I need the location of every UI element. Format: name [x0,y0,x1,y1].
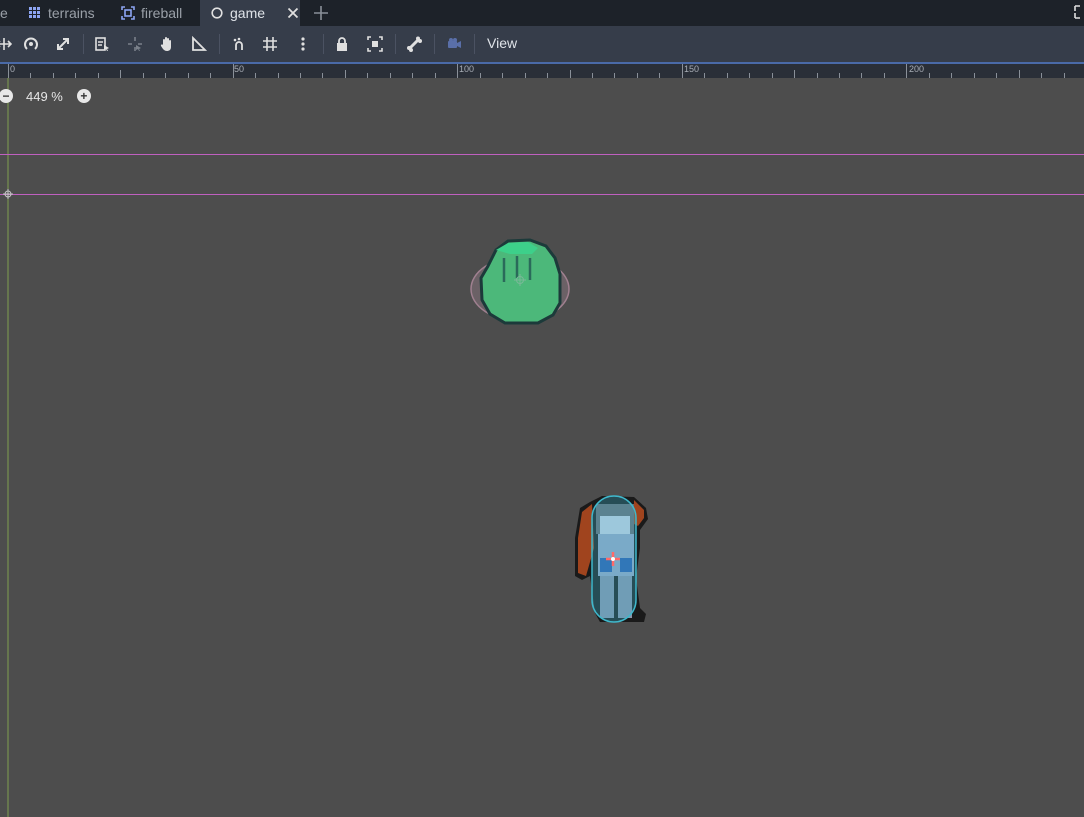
camera-icon [448,38,461,48]
scale-tool-button[interactable] [53,34,73,54]
smart-snap-button[interactable] [229,34,249,54]
zoom-control: − 449 % + [0,87,91,105]
tab-label: game [230,5,266,21]
ruler-label: 200 [909,64,925,74]
scene-canvas [0,78,1084,817]
tab-terrains[interactable]: terrains [28,0,95,26]
skeleton-options-button[interactable] [404,34,424,54]
tab-label: fireball [141,5,183,21]
list-select-icon [95,37,109,51]
add-tab-icon[interactable] [313,5,329,21]
tab-scene-partial[interactable]: e [0,0,8,26]
zoom-reset-button[interactable]: 449 % [26,89,63,104]
lock-button[interactable] [332,34,352,54]
lock-icon [337,37,347,51]
group-icon [367,36,383,52]
zoom-out-button[interactable]: − [0,89,13,103]
ruler-label: 0 [10,64,16,74]
tab-label: e [0,5,8,21]
rotate-icon [24,37,38,50]
close-icon[interactable] [287,7,299,19]
pivot-icon [128,37,142,51]
toolbar-separator [434,34,435,54]
list-select-button[interactable] [92,34,112,54]
toolbar-separator [323,34,324,54]
node-circle-icon [211,7,223,19]
move-tool-button[interactable] [0,34,14,54]
distraction-free-icon[interactable] [1074,5,1084,19]
minus-icon: − [2,89,10,103]
tab-label: terrains [48,5,95,21]
rotate-tool-button[interactable] [21,34,41,54]
scale-icon [57,38,69,50]
snap-options-button[interactable] [293,34,313,54]
origin-marker[interactable] [3,189,13,199]
camera-override-button[interactable] [444,34,464,54]
pivot-tool-button[interactable] [125,34,145,54]
ruler-label: 100 [459,64,475,74]
zoom-in-button[interactable]: + [76,89,91,103]
horizontal-ruler[interactable]: 0 50 100 150 200 [0,64,1084,78]
grid-snap-button[interactable] [260,34,280,54]
toolbar-separator [395,34,396,54]
ruler-label: 150 [684,64,700,74]
area-node-icon [121,6,135,20]
ruler-tool-button[interactable] [189,34,209,54]
toolbar-separator [219,34,220,54]
move-icon [0,38,12,50]
group-button[interactable] [365,34,385,54]
slime-sprite[interactable] [470,238,570,325]
player-sprite[interactable] [575,495,648,623]
2d-canvas-viewport[interactable]: − 449 % + [0,78,1084,817]
snap-icon [233,37,243,50]
bone-icon [407,36,422,52]
view-menu-button[interactable]: View [487,35,517,51]
plus-icon: + [80,89,88,103]
canvas-editor-toolbar: View [0,26,1084,62]
pan-tool-button[interactable] [157,34,177,54]
grid-snap-icon [263,37,277,51]
tab-game[interactable]: game [200,0,300,26]
hand-icon [160,37,171,51]
scene-tab-bar: e terrains fireball game [0,0,1084,26]
toolbar-separator [83,34,84,54]
tileset-grid-icon [29,7,40,18]
tab-fireball[interactable]: fireball [121,0,182,26]
toolbar-separator [474,34,475,54]
vertical-dots-icon [301,37,305,51]
ruler-label: 50 [234,64,245,74]
ruler-icon [192,36,207,51]
